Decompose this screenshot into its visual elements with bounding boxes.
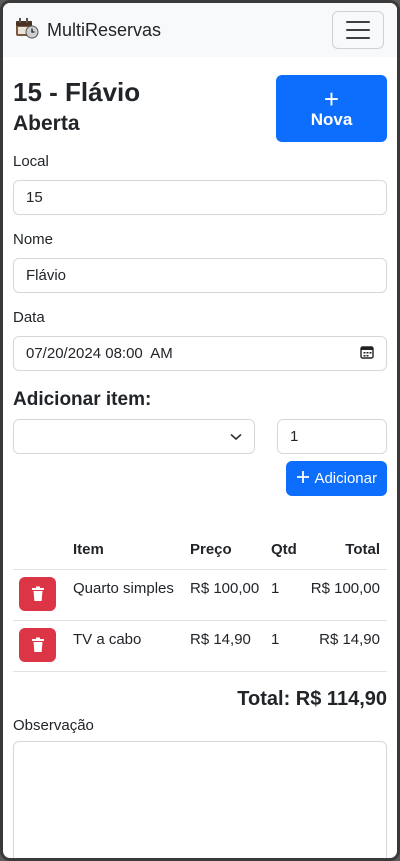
item-qty: 1 bbox=[271, 620, 309, 672]
table-header-row: Item Preço Qtd Total bbox=[13, 531, 387, 570]
local-label: Local bbox=[13, 153, 49, 170]
col-total: Total bbox=[309, 531, 387, 570]
trash-icon bbox=[31, 637, 44, 652]
new-reservation-button[interactable]: + Nova bbox=[276, 75, 387, 142]
date-value: 07/20/2024 08:00 AM bbox=[26, 345, 173, 362]
add-item-button[interactable]: Adicionar bbox=[286, 461, 387, 496]
observation-textarea[interactable] bbox=[13, 740, 387, 858]
plus-icon: + bbox=[323, 83, 340, 114]
col-qty: Qtd bbox=[271, 531, 309, 570]
observation-label: Observação bbox=[13, 716, 94, 734]
quantity-input[interactable]: 1 bbox=[277, 419, 387, 454]
col-price: Preço bbox=[190, 531, 271, 570]
local-input[interactable]: 15 bbox=[13, 180, 387, 215]
item-price: R$ 100,00 bbox=[190, 569, 271, 621]
status-text: Aberta bbox=[13, 112, 80, 135]
item-name: TV a cabo bbox=[73, 620, 190, 672]
date-label: Data bbox=[13, 309, 45, 326]
item-name: Quarto simples bbox=[73, 569, 190, 621]
add-item-row: 1 bbox=[13, 419, 387, 454]
menu-toggle-button[interactable] bbox=[332, 11, 384, 49]
col-item: Item bbox=[73, 531, 190, 570]
name-label: Nome bbox=[13, 231, 54, 248]
brand[interactable]: MultiReservas bbox=[15, 17, 161, 44]
order-total: Total: R$ 114,90 bbox=[237, 687, 387, 710]
date-input[interactable]: 07/20/2024 08:00 AM bbox=[13, 336, 387, 371]
main-content: 15 - Flávio Aberta + Nova Local 15 Nome … bbox=[3, 57, 397, 858]
item-total: R$ 14,90 bbox=[309, 620, 387, 672]
add-button-label: Adicionar bbox=[314, 470, 377, 487]
item-total: R$ 100,00 bbox=[309, 569, 387, 621]
name-value: Flávio bbox=[26, 267, 67, 284]
item-select[interactable] bbox=[13, 419, 255, 454]
navbar: MultiReservas bbox=[3, 3, 397, 57]
quantity-value: 1 bbox=[290, 428, 299, 445]
item-price: R$ 14,90 bbox=[190, 620, 271, 672]
add-item-heading: Adicionar item: bbox=[13, 389, 152, 410]
delete-item-button[interactable] bbox=[19, 627, 56, 662]
new-button-label: Nova bbox=[310, 109, 353, 129]
name-input[interactable]: Flávio bbox=[13, 258, 387, 293]
col-actions bbox=[13, 531, 73, 570]
trash-icon bbox=[31, 586, 44, 601]
delete-item-button[interactable] bbox=[19, 576, 56, 611]
calendar-clock-icon bbox=[15, 17, 39, 44]
calendar-icon[interactable] bbox=[360, 345, 374, 363]
table-row: Quarto simples R$ 100,00 1 R$ 100,00 bbox=[13, 569, 387, 621]
chevron-down-icon bbox=[230, 428, 242, 446]
reservation-header: 15 - Flávio Aberta + Nova bbox=[13, 57, 387, 145]
app-frame: MultiReservas 15 - Flávio Aberta + Nova … bbox=[0, 0, 400, 861]
table-row: TV a cabo R$ 14,90 1 R$ 14,90 bbox=[13, 620, 387, 672]
page-title: 15 - Flávio bbox=[13, 77, 141, 107]
hamburger-icon bbox=[346, 21, 370, 23]
plus-icon bbox=[296, 470, 310, 488]
brand-name: MultiReservas bbox=[47, 19, 162, 40]
item-qty: 1 bbox=[271, 569, 309, 621]
items-table: Item Preço Qtd Total Quarto simples R$ 1… bbox=[13, 531, 387, 672]
local-value: 15 bbox=[26, 189, 43, 206]
